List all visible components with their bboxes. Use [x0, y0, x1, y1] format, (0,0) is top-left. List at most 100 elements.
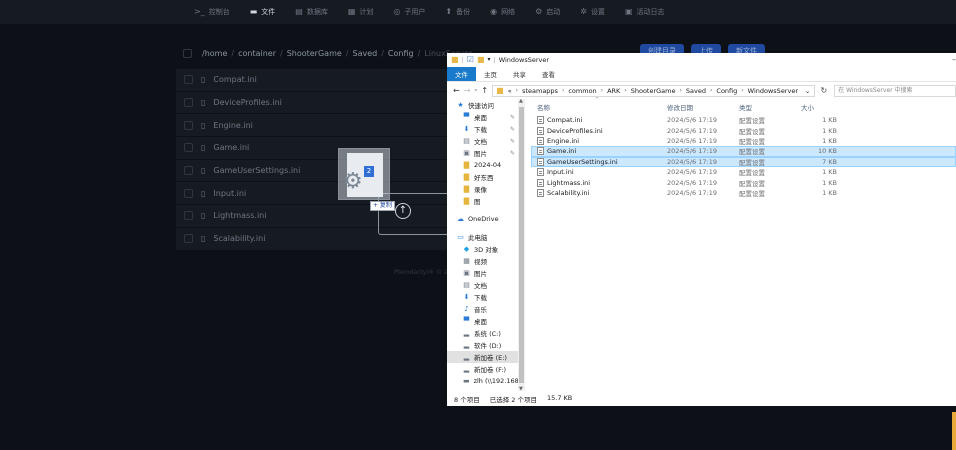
address-segment[interactable]: common — [568, 87, 596, 95]
column-type[interactable]: 类型 — [739, 102, 799, 112]
row-checkbox[interactable] — [184, 143, 193, 153]
list-item[interactable]: Engine.ini 2024/5/6 17:19 配置设置 1 KB — [531, 136, 956, 146]
nav-pane-item[interactable]: ⬇ 下载 — [447, 291, 525, 303]
nav-pane-item[interactable]: ▂ 新加卷 (E:) — [447, 351, 525, 363]
nav-item[interactable]: ▣ 活动日志 — [617, 0, 673, 24]
nav-item[interactable]: ▦ 计划 — [340, 0, 382, 24]
chevron-down-icon[interactable]: ▾ — [474, 87, 477, 94]
breadcrumb-segment[interactable]: /home — [202, 49, 227, 58]
breadcrumb-segment[interactable]: Config — [388, 49, 414, 58]
nav-pane-item[interactable]: ▭ 此电脑 — [447, 231, 525, 243]
nav-item[interactable]: ◉ 网络 — [482, 0, 523, 24]
file-name[interactable]: GameUserSettings.ini — [213, 166, 300, 175]
nav-pane-item[interactable]: ★ 快速访问 — [447, 99, 525, 111]
address-bar[interactable]: ■ « › steamapps › common › ARK › ShooterGame › Sav… — [492, 84, 815, 97]
address-segment[interactable]: Config — [716, 87, 737, 95]
column-name[interactable]: 名称 — [531, 102, 667, 112]
nav-item[interactable]: ⬆ 备份 — [437, 0, 478, 24]
breadcrumb-segment[interactable]: ShooterGame — [287, 49, 342, 58]
nav-item[interactable]: >_ 控制台 — [186, 0, 238, 24]
list-item[interactable]: Lightmass.ini 2024/5/6 17:19 配置设置 1 KB — [531, 177, 956, 188]
column-size[interactable]: 大小 — [799, 102, 839, 112]
chevron-right-icon[interactable]: › — [516, 87, 518, 94]
address-segment[interactable]: ShooterGame — [631, 87, 676, 95]
file-name[interactable]: Input.ini — [213, 189, 246, 198]
nav-pane-item[interactable]: ◆ 3D 对象 — [447, 243, 525, 255]
chevron-right-icon[interactable]: › — [710, 87, 712, 94]
pin-icon[interactable]: ✎ — [510, 138, 515, 145]
address-segment[interactable]: WindowsServer — [748, 87, 798, 95]
file-name[interactable]: DeviceProfiles.ini — [213, 98, 281, 107]
address-segment[interactable]: steamapps — [522, 87, 558, 95]
search-input[interactable]: 在 WindowsServer 中搜索 — [834, 84, 956, 97]
nav-scrollbar[interactable]: ▲ ▼ — [518, 98, 525, 392]
nav-item[interactable]: ◎ 子用户 — [385, 0, 433, 24]
pin-icon[interactable]: ✎ — [510, 150, 515, 157]
file-name[interactable]: Compat.ini — [213, 75, 256, 84]
nav-pane-item[interactable]: ▂ 软件 (D:) — [447, 339, 525, 351]
nav-item[interactable]: ⚙ 启动 — [527, 0, 568, 24]
list-item[interactable]: Input.ini 2024/5/6 17:19 配置设置 1 KB — [531, 167, 956, 177]
row-checkbox[interactable] — [184, 211, 193, 221]
file-name[interactable]: Scalability.ini — [213, 234, 265, 243]
back-icon[interactable]: ← — [453, 86, 460, 95]
pin-icon[interactable]: ✎ — [510, 126, 515, 133]
up-icon[interactable]: ↑ — [481, 86, 488, 95]
file-name[interactable]: Game.ini — [213, 143, 249, 152]
list-item[interactable]: Scalability.ini 2024/5/6 17:19 配置设置 1 KB — [531, 188, 956, 198]
nav-pane-item[interactable]: ▇ 录像 — [447, 183, 525, 195]
tab-file[interactable]: 文件 — [447, 67, 476, 81]
nav-item[interactable]: ▤ 数据库 — [287, 0, 336, 24]
tab-view[interactable]: 查看 — [534, 67, 563, 81]
nav-pane-item[interactable]: ▀ 桌面 ✎ — [447, 111, 525, 123]
row-checkbox[interactable] — [184, 188, 193, 198]
chevron-down-icon[interactable]: ▾ — [488, 57, 491, 63]
select-all-checkbox[interactable] — [183, 48, 192, 58]
nav-pane-item[interactable]: ▬ zlh (\\192.168.3 — [447, 375, 525, 387]
nav-pane-item[interactable]: ☁ OneDrive — [447, 213, 525, 225]
pin-icon[interactable]: ✎ — [510, 114, 515, 121]
list-item[interactable]: Compat.ini 2024/5/6 17:19 配置设置 1 KB — [531, 115, 956, 125]
nav-pane-item[interactable]: ▇ 图 — [447, 195, 525, 207]
nav-pane-item[interactable]: ▣ 图片 ✎ — [447, 147, 525, 159]
file-name[interactable]: Engine.ini — [213, 121, 252, 130]
row-checkbox[interactable] — [184, 98, 193, 108]
column-date[interactable]: 修改日期 — [667, 102, 739, 112]
nav-pane-item[interactable]: ▂ 新加卷 (F:) — [447, 363, 525, 375]
chevron-right-icon[interactable]: › — [601, 87, 603, 94]
nav-pane-item[interactable]: ▇ 好东西 — [447, 171, 525, 183]
minimize-icon[interactable]: – — [952, 55, 956, 64]
refresh-icon[interactable]: ↻ — [821, 86, 828, 95]
row-checkbox[interactable] — [184, 120, 193, 130]
forward-icon[interactable]: → — [464, 86, 471, 95]
file-name[interactable]: Lightmass.ini — [213, 211, 266, 220]
breadcrumb-segment[interactable]: container — [238, 49, 276, 58]
address-segment[interactable]: ARK — [607, 87, 620, 95]
tab-home[interactable]: 主页 — [476, 67, 505, 81]
tab-share[interactable]: 共享 — [505, 67, 534, 81]
nav-pane-item[interactable]: ▣ 图片 — [447, 267, 525, 279]
address-segment[interactable]: Saved — [686, 87, 706, 95]
nav-pane-item[interactable]: ▤ 文档 — [447, 279, 525, 291]
row-checkbox[interactable] — [184, 166, 193, 176]
list-item[interactable]: Game.ini 2024/5/6 17:19 配置设置 10 KB — [531, 146, 956, 157]
list-item[interactable]: DeviceProfiles.ini 2024/5/6 17:19 配置设置 1 KB — [531, 125, 956, 136]
nav-pane-item[interactable]: ▇ 2024-04 — [447, 159, 525, 171]
new-folder-icon[interactable]: ■ — [477, 56, 485, 64]
nav-pane-item[interactable]: ▦ 视频 — [447, 255, 525, 267]
chevron-right-icon[interactable]: › — [680, 87, 682, 94]
properties-icon[interactable]: ☑ — [467, 56, 474, 64]
chevron-right-icon[interactable]: › — [624, 87, 626, 94]
nav-pane-item[interactable]: ▤ 文档 ✎ — [447, 135, 525, 147]
nav-pane-item[interactable]: ▀ 桌面 — [447, 315, 525, 327]
nav-pane-item[interactable]: ⬇ 下载 ✎ — [447, 123, 525, 135]
nav-pane-item[interactable]: ▂ 系统 (C:) — [447, 327, 525, 339]
breadcrumb-segment[interactable]: Saved — [353, 49, 378, 58]
nav-item[interactable]: ▬ 文件 — [242, 0, 284, 24]
nav-item[interactable]: ✲ 设置 — [572, 0, 613, 24]
chevron-right-icon[interactable]: › — [562, 87, 564, 94]
chevron-down-icon[interactable]: ⌄ — [805, 87, 811, 95]
row-checkbox[interactable] — [184, 234, 193, 244]
nav-pane-item[interactable]: ♪ 音乐 — [447, 303, 525, 315]
chevron-right-icon[interactable]: › — [741, 87, 743, 94]
